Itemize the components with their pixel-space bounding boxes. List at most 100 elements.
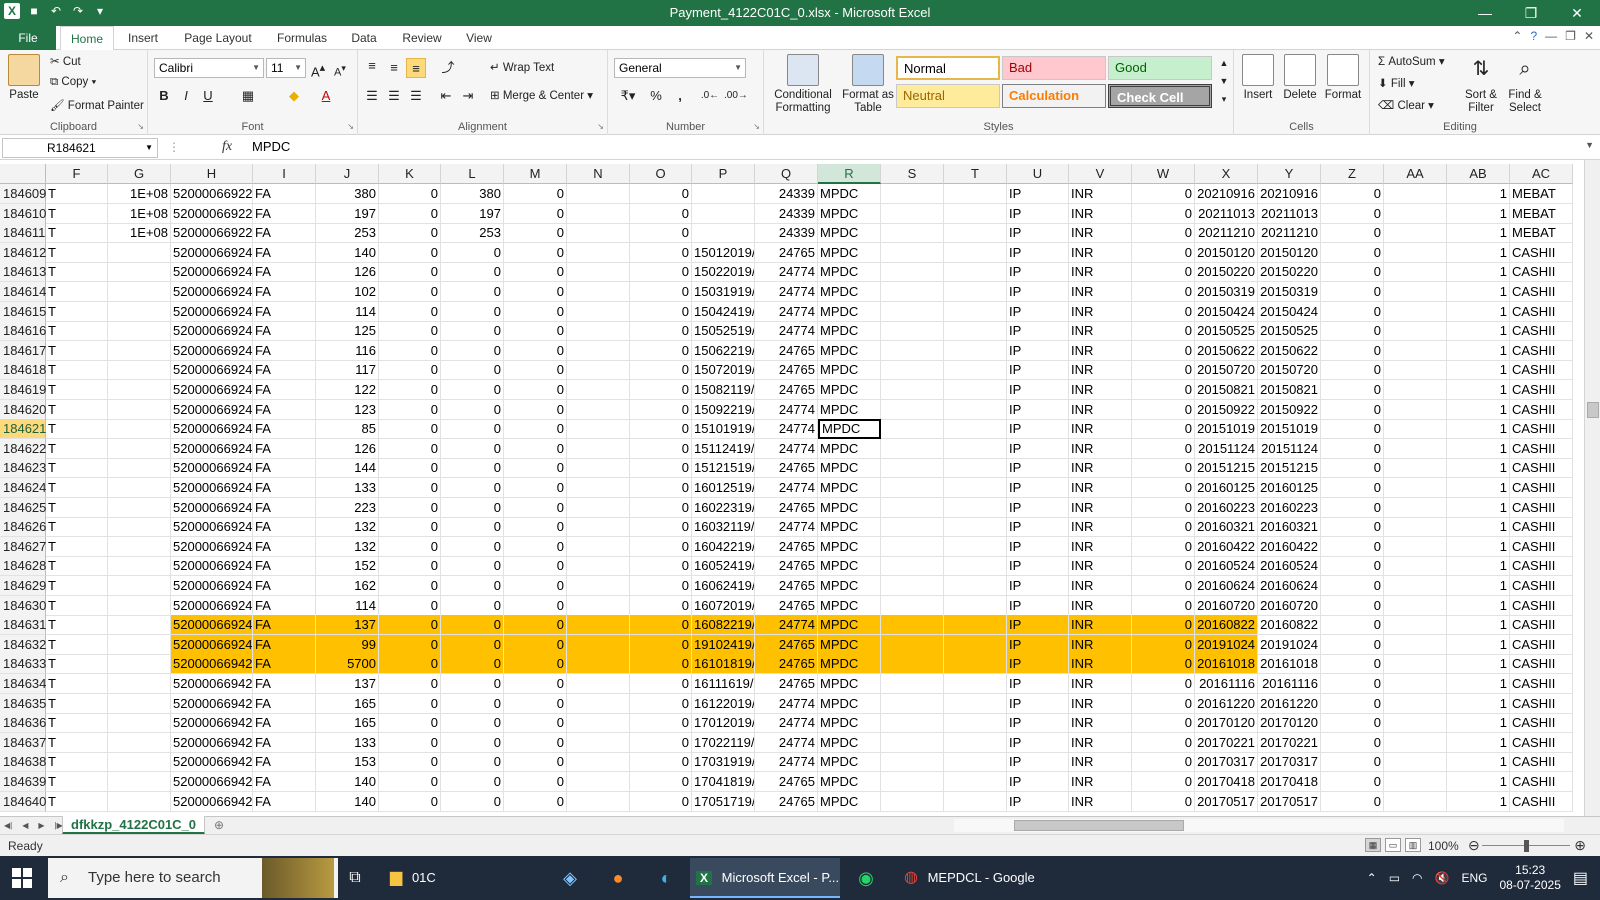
table-cell[interactable]: MPDC <box>818 752 881 773</box>
table-cell[interactable] <box>567 340 630 361</box>
table-cell[interactable]: 0 <box>1321 713 1384 734</box>
table-cell[interactable]: 17031919/ <box>692 752 755 773</box>
new-sheet-icon[interactable]: ⊕ <box>214 818 224 832</box>
table-cell[interactable]: 0 <box>1132 184 1195 204</box>
table-cell[interactable]: 1 <box>1447 340 1510 361</box>
table-cell[interactable]: T <box>46 184 108 204</box>
table-cell[interactable]: 0 <box>504 595 567 616</box>
table-cell[interactable]: 0 <box>379 536 441 557</box>
table-cell[interactable]: 1 <box>1447 556 1510 577</box>
table-cell[interactable] <box>108 458 171 479</box>
table-cell[interactable]: 0 <box>1132 282 1195 302</box>
table-cell[interactable]: FA <box>253 752 316 773</box>
table-cell[interactable]: 0 <box>1321 282 1384 302</box>
table-cell[interactable]: 0 <box>441 713 504 734</box>
table-cell[interactable] <box>567 497 630 518</box>
table-cell[interactable]: 52000066922 <box>171 223 253 244</box>
table-cell[interactable]: 24765 <box>755 380 818 400</box>
table-cell[interactable]: CASHII <box>1510 732 1573 753</box>
table-cell[interactable]: T <box>46 223 108 244</box>
table-cell[interactable]: CASHII <box>1510 752 1573 773</box>
style-normal[interactable]: Normal <box>896 56 1000 80</box>
table-cell[interactable] <box>881 184 944 204</box>
table-cell[interactable]: CASHII <box>1510 321 1573 342</box>
table-cell[interactable]: 24765 <box>755 634 818 655</box>
table-cell[interactable]: 20150525 <box>1258 321 1321 342</box>
table-cell[interactable] <box>108 752 171 773</box>
table-cell[interactable]: FA <box>253 458 316 479</box>
table-cell[interactable]: 1 <box>1447 458 1510 479</box>
table-cell[interactable] <box>944 262 1007 283</box>
font-family-combo[interactable]: Calibri ▼ <box>154 58 264 78</box>
table-cell[interactable] <box>567 399 630 420</box>
italic-button[interactable]: I <box>176 86 196 106</box>
table-cell[interactable]: 1 <box>1447 615 1510 636</box>
table-cell[interactable]: 0 <box>441 634 504 655</box>
column-header-o[interactable]: O <box>630 164 692 184</box>
table-cell[interactable]: 0 <box>630 478 692 498</box>
table-cell[interactable]: FA <box>253 380 316 400</box>
table-cell[interactable]: 0 <box>379 223 441 244</box>
table-cell[interactable]: 0 <box>630 556 692 577</box>
table-cell[interactable]: IP <box>1007 713 1069 734</box>
table-cell[interactable]: 0 <box>441 674 504 694</box>
zoom-out-icon[interactable]: ⊖ <box>1468 837 1480 854</box>
table-cell[interactable]: INR <box>1069 615 1132 636</box>
row-header[interactable]: 184621 <box>0 419 46 440</box>
table-cell[interactable]: 0 <box>630 340 692 361</box>
table-cell[interactable] <box>567 772 630 792</box>
table-cell[interactable] <box>944 732 1007 753</box>
table-cell[interactable]: 24774 <box>755 282 818 302</box>
table-cell[interactable]: 15112419/ <box>692 438 755 459</box>
table-cell[interactable] <box>108 282 171 302</box>
table-cell[interactable]: 0 <box>379 634 441 655</box>
table-cell[interactable]: 1 <box>1447 321 1510 342</box>
table-cell[interactable]: 0 <box>379 674 441 694</box>
table-cell[interactable]: 0 <box>504 360 567 381</box>
column-header-k[interactable]: K <box>379 164 441 184</box>
zoom-slider[interactable]: ⊖ ⊕ <box>1468 837 1586 854</box>
table-cell[interactable]: 24774 <box>755 321 818 342</box>
table-cell[interactable]: 0 <box>379 340 441 361</box>
column-header-w[interactable]: W <box>1132 164 1195 184</box>
table-cell[interactable]: T <box>46 772 108 792</box>
table-cell[interactable]: FA <box>253 223 316 244</box>
table-cell[interactable] <box>1384 340 1447 361</box>
table-cell[interactable]: 20170120 <box>1258 713 1321 734</box>
table-cell[interactable]: 16082219/ <box>692 615 755 636</box>
table-cell[interactable] <box>944 791 1007 812</box>
table-cell[interactable]: 20170317 <box>1258 752 1321 773</box>
table-cell[interactable] <box>881 732 944 753</box>
table-cell[interactable]: IP <box>1007 634 1069 655</box>
table-cell[interactable]: INR <box>1069 223 1132 244</box>
table-cell[interactable]: 0 <box>504 674 567 694</box>
table-cell[interactable]: FA <box>253 556 316 577</box>
table-cell[interactable]: 0 <box>379 772 441 792</box>
table-cell[interactable]: 20150424 <box>1258 301 1321 322</box>
table-cell[interactable]: 20160321 <box>1258 517 1321 538</box>
table-cell[interactable]: 0 <box>1132 791 1195 812</box>
table-cell[interactable]: 20211210 <box>1258 223 1321 244</box>
table-cell[interactable]: 0 <box>1132 340 1195 361</box>
table-cell[interactable]: 52000066924 <box>171 556 253 577</box>
table-cell[interactable]: 0 <box>504 772 567 792</box>
table-cell[interactable] <box>692 223 755 244</box>
table-cell[interactable]: 0 <box>630 654 692 675</box>
table-cell[interactable]: 1 <box>1447 282 1510 302</box>
table-cell[interactable]: MPDC <box>818 791 881 812</box>
table-cell[interactable]: INR <box>1069 321 1132 342</box>
table-cell[interactable]: 52000066942 <box>171 674 253 694</box>
table-cell[interactable]: 52000066924 <box>171 399 253 420</box>
table-cell[interactable]: 0 <box>1321 399 1384 420</box>
table-cell[interactable] <box>944 399 1007 420</box>
table-cell[interactable]: MPDC <box>818 576 881 596</box>
table-cell[interactable]: INR <box>1069 595 1132 616</box>
clock[interactable]: 15:23 08-07-2025 <box>1499 863 1560 893</box>
table-cell[interactable]: 0 <box>1132 517 1195 538</box>
column-header-z[interactable]: Z <box>1321 164 1384 184</box>
row-header[interactable]: 184639 <box>0 772 46 792</box>
table-cell[interactable]: 0 <box>1321 478 1384 498</box>
table-cell[interactable]: FA <box>253 184 316 204</box>
table-cell[interactable]: 0 <box>1132 752 1195 773</box>
table-cell[interactable]: 0 <box>441 262 504 283</box>
